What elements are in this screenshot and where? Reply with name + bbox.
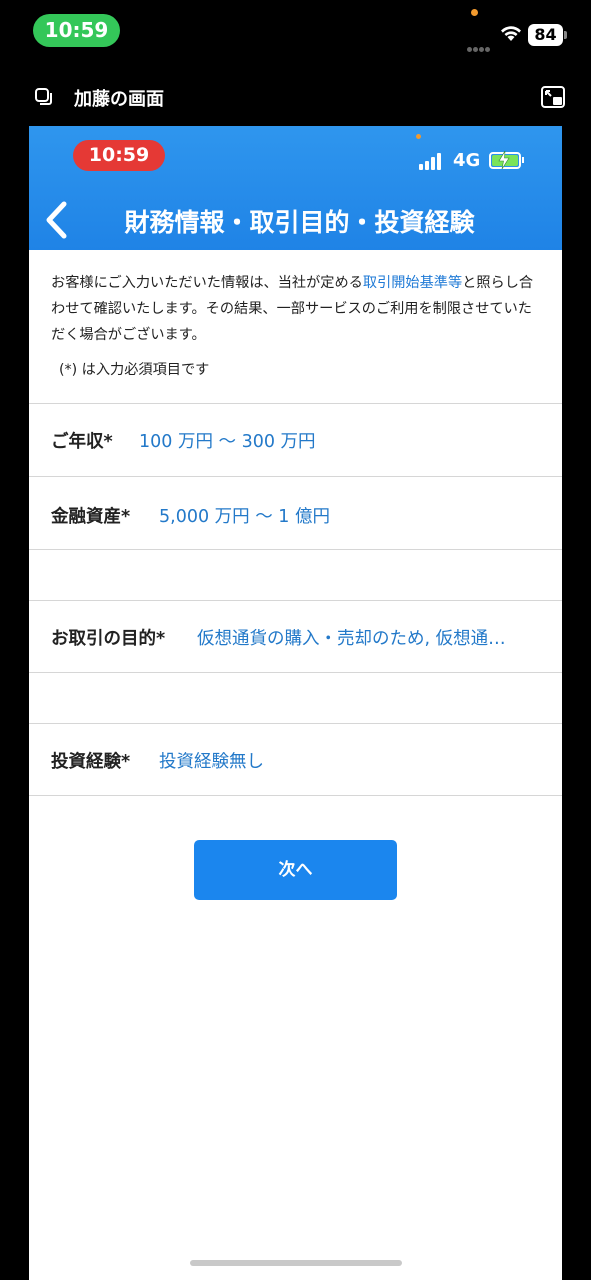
network-type: 4G [453, 150, 481, 171]
app-status-time: 10:59 [73, 140, 165, 171]
screen-share-header: 加藤の画面 [0, 78, 591, 118]
shared-app-screen: 10:59 4G 財務情報・取引目的・投資経験 お客様にご入力いただいた情報は、… [29, 126, 562, 1280]
purpose-value[interactable]: 仮想通貨の購入・売却のため, 仮想通… [197, 625, 540, 650]
next-button[interactable]: 次へ [194, 840, 397, 900]
divider [29, 549, 562, 550]
cellular-signal-icon [419, 152, 445, 170]
notice-text: お客様にご入力いただいた情報は、当社が定める取引開始基準等と照らし合わせて確認い… [51, 270, 546, 348]
signal-dots-icon [467, 37, 493, 52]
experience-value[interactable]: 投資経験無し [159, 748, 539, 773]
experience-label: 投資経験* [51, 752, 131, 772]
required-note: (*) は入力必須項目です [59, 362, 210, 378]
battery-level: 84 [528, 24, 563, 46]
divider [29, 795, 562, 796]
criteria-link[interactable]: 取引開始基準等 [363, 275, 462, 291]
assets-value[interactable]: 5,000 万円 〜 1 億円 [159, 503, 539, 528]
charging-bolt-icon [498, 151, 510, 169]
home-indicator[interactable] [190, 1260, 402, 1266]
purpose-label: お取引の目的* [51, 629, 166, 649]
app-privacy-dot [416, 134, 421, 139]
income-value[interactable]: 100 万円 〜 300 万円 [139, 428, 539, 453]
divider [29, 403, 562, 404]
page-title: 財務情報・取引目的・投資経験 [124, 208, 475, 237]
notice-text-before: お客様にご入力いただいた情報は、当社が定める [51, 275, 363, 291]
divider [29, 672, 562, 673]
privacy-indicator-dot [471, 9, 478, 16]
battery-icon: 84 [528, 24, 568, 46]
income-label: ご年収* [51, 432, 113, 452]
device-time: 10:59 [33, 14, 120, 47]
device-status-bar: 10:59 84 [0, 0, 591, 62]
app-header: 10:59 4G 財務情報・取引目的・投資経験 [29, 126, 562, 250]
divider [29, 600, 562, 601]
divider [29, 476, 562, 477]
wifi-icon [501, 26, 521, 41]
share-title: 加藤の画面 [74, 89, 164, 110]
copy-screen-icon[interactable] [34, 87, 54, 107]
picture-in-picture-icon[interactable] [540, 85, 566, 109]
divider [29, 723, 562, 724]
assets-label: 金融資産* [51, 507, 131, 527]
app-battery-icon [489, 151, 525, 169]
